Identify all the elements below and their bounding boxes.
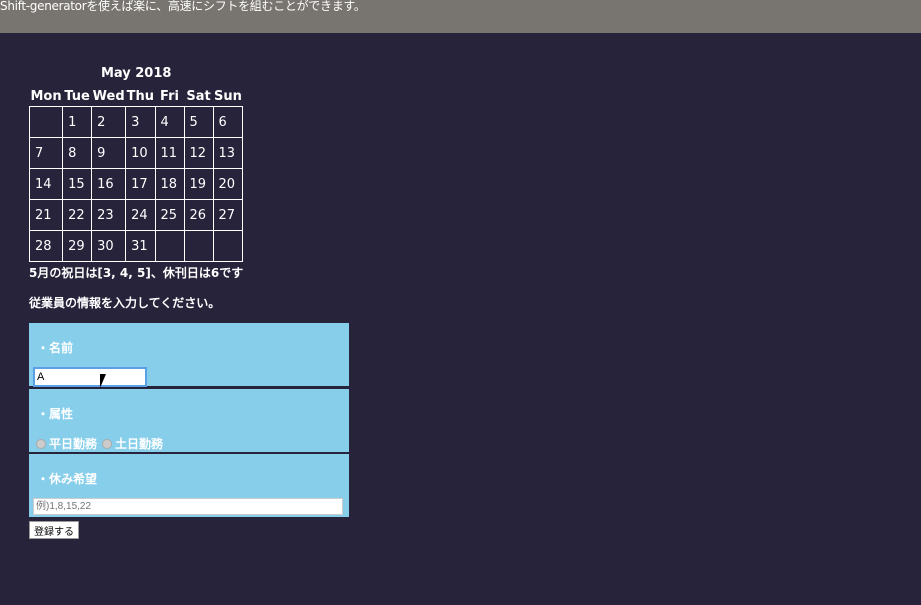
weekday-header: Thu xyxy=(126,88,155,104)
radio-icon[interactable] xyxy=(36,438,46,449)
calendar-day: 6 xyxy=(212,106,244,138)
radio-weekend[interactable]: 土日勤務 xyxy=(102,435,163,452)
radio-weekday[interactable]: 平日勤務 xyxy=(36,435,97,452)
calendar-day: 23 xyxy=(91,199,127,231)
weekday-header: Sun xyxy=(214,88,242,104)
calendar-day: 26 xyxy=(183,199,214,231)
calendar-day: 20 xyxy=(212,168,244,200)
calendar-day xyxy=(28,106,64,138)
mouse-cursor-icon xyxy=(100,374,112,388)
calendar-day: 16 xyxy=(91,168,127,200)
calendar-day: 31 xyxy=(125,230,156,262)
calendar-day: 24 xyxy=(125,199,156,231)
calendar-day: 12 xyxy=(183,137,214,169)
calendar-day: 29 xyxy=(62,230,93,262)
radio-weekend-label: 土日勤務 xyxy=(115,437,164,451)
calendar-day: 15 xyxy=(62,168,93,200)
weekday-header: Tue xyxy=(64,88,90,104)
calendar-day: 30 xyxy=(91,230,127,262)
calendar-day: 11 xyxy=(154,137,185,169)
calendar-day: 14 xyxy=(28,168,64,200)
weekday-header: Sat xyxy=(186,88,211,104)
name-input[interactable] xyxy=(33,367,147,387)
attribute-label: ・属性 xyxy=(37,407,74,421)
calendar-week: 7 8 9 10 11 12 13 xyxy=(28,137,244,169)
calendar-week: 123456 xyxy=(28,106,244,138)
calendar-week: 14 15 16 17 18 19 20 xyxy=(28,168,244,200)
holiday-request-section: ・休み希望 xyxy=(29,454,349,517)
name-label: ・名前 xyxy=(37,341,74,355)
calendar-day: 28 xyxy=(28,230,64,262)
calendar-day: 10 xyxy=(125,137,156,169)
attribute-section: ・属性 平日勤務 土日勤務 xyxy=(29,389,349,452)
calendar-day: 25 xyxy=(154,199,185,231)
calendar-day: 21 xyxy=(28,199,64,231)
instruction-text: 従業員の情報を入力してください。 xyxy=(29,296,221,310)
calendar-day: 8 xyxy=(62,137,93,169)
calendar-day: 9 xyxy=(91,137,127,169)
calendar-day xyxy=(154,230,185,262)
calendar-week: 21 22 23 24 25 26 27 xyxy=(28,199,244,231)
register-button[interactable]: 登録する xyxy=(29,521,79,539)
calendar-day: 5 xyxy=(183,106,214,138)
holiday-request-input[interactable] xyxy=(33,498,343,515)
calendar-day xyxy=(183,230,214,262)
calendar-week: 28 29 30 31 xyxy=(28,230,244,262)
calendar-day: 18 xyxy=(154,168,185,200)
calendar-day: 17 xyxy=(125,168,156,200)
holiday-request-label: ・休み希望 xyxy=(37,472,98,486)
calendar-day: 27 xyxy=(212,199,244,231)
weekday-header: Mon xyxy=(30,88,62,104)
calendar-day: 3 xyxy=(125,106,156,138)
calendar-title: May 2018 xyxy=(100,66,172,81)
calendar-day: 13 xyxy=(212,137,244,169)
radio-icon[interactable] xyxy=(102,438,112,449)
radio-weekday-label: 平日勤務 xyxy=(49,437,98,451)
calendar-day: 4 xyxy=(154,106,185,138)
holiday-note: 5月の祝日は[3, 4, 5]、休刊日は6です xyxy=(29,266,244,280)
header-bar: Shift-generatorを使えば楽に、高速にシフトを組むことができます。 xyxy=(0,0,921,33)
name-section: ・名前 xyxy=(29,323,349,387)
weekday-header: Wed xyxy=(92,88,125,104)
weekday-header: Fri xyxy=(160,88,179,104)
calendar-day xyxy=(212,230,244,262)
calendar: May 2018 Mon Tue Wed Thu Fri Sat Sun 123456789… xyxy=(28,64,244,262)
calendar-day: 2 xyxy=(91,106,127,138)
calendar-day: 7 xyxy=(28,137,64,169)
calendar-day: 1 xyxy=(62,106,93,138)
calendar-day: 19 xyxy=(183,168,214,200)
calendar-day: 22 xyxy=(62,199,93,231)
header-text: Shift-generatorを使えば楽に、高速にシフトを組むことができます。 xyxy=(0,0,366,13)
